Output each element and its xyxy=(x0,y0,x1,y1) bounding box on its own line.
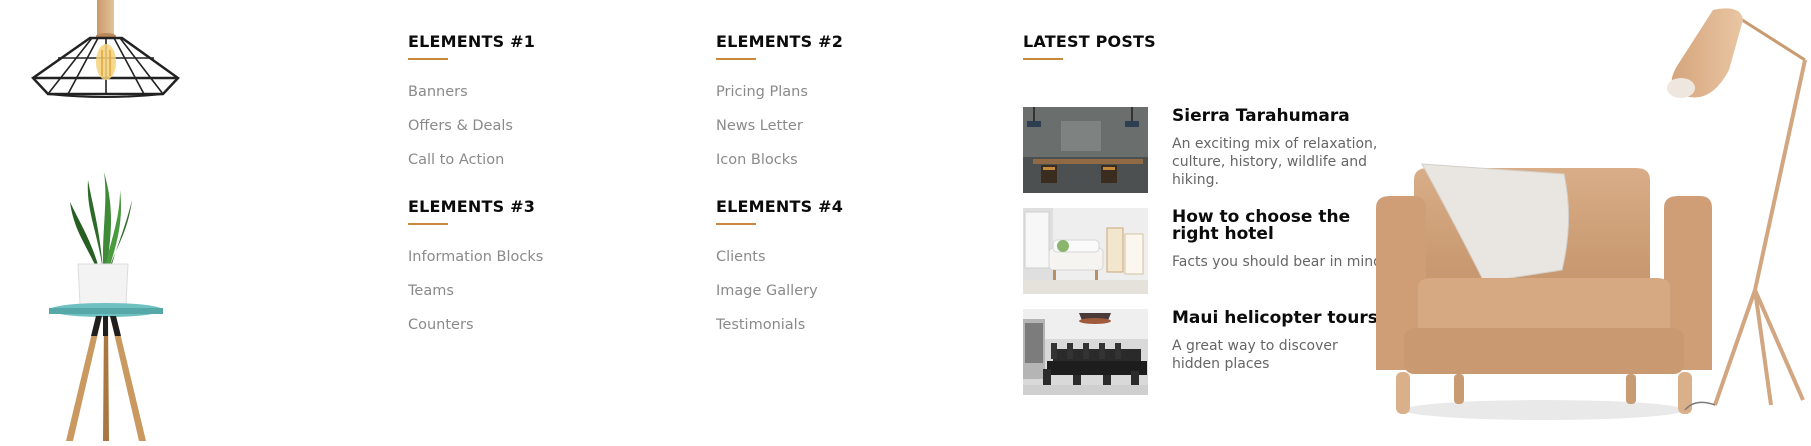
post-thumbnail-sierra-tarahumara[interactable] xyxy=(1023,107,1148,193)
post-thumbnail-how-to-choose-hotel[interactable] xyxy=(1023,208,1148,294)
post-excerpt: An exciting mix of relaxation, culture, … xyxy=(1172,136,1378,188)
post-title-sierra-tarahumara[interactable]: Sierra Tarahumara xyxy=(1172,108,1387,125)
post-title-how-to-choose-hotel[interactable]: How to choose the right hotel xyxy=(1172,209,1387,243)
menu-link-news-letter[interactable]: News Letter xyxy=(716,118,803,134)
menu-link-pricing-plans[interactable]: Pricing Plans xyxy=(716,84,808,100)
post-title-maui-helicopter-tours[interactable]: Maui helicopter tours xyxy=(1172,310,1387,327)
post-thumbnail-maui-helicopter-tours[interactable] xyxy=(1023,309,1148,395)
menu-link-offers-deals[interactable]: Offers & Deals xyxy=(408,118,513,134)
accent-line xyxy=(1023,58,1063,60)
side-table-icon xyxy=(46,300,166,441)
column-title-elements-3: ELEMENTS #3 xyxy=(408,197,536,216)
menu-link-testimonials[interactable]: Testimonials xyxy=(716,317,805,333)
column-title-elements-1: ELEMENTS #1 xyxy=(408,32,536,51)
menu-link-teams[interactable]: Teams xyxy=(408,283,454,299)
accent-line xyxy=(408,223,448,225)
menu-link-information-blocks[interactable]: Information Blocks xyxy=(408,249,543,265)
pendant-lamp-icon xyxy=(28,0,183,100)
potted-plant-icon xyxy=(68,172,138,312)
menu-link-banners[interactable]: Banners xyxy=(408,84,468,100)
column-title-elements-2: ELEMENTS #2 xyxy=(716,32,844,51)
menu-link-clients[interactable]: Clients xyxy=(716,249,766,265)
accent-line xyxy=(716,58,756,60)
menu-link-image-gallery[interactable]: Image Gallery xyxy=(716,283,818,299)
accent-line xyxy=(408,58,448,60)
menu-link-icon-blocks[interactable]: Icon Blocks xyxy=(716,152,798,168)
latest-posts-title: LATEST POSTS xyxy=(1023,32,1156,51)
floor-lamp-icon xyxy=(1655,0,1811,420)
menu-link-call-to-action[interactable]: Call to Action xyxy=(408,152,504,168)
menu-link-counters[interactable]: Counters xyxy=(408,317,474,333)
post-excerpt: Facts you should bear in mind. xyxy=(1172,254,1387,270)
post-excerpt: A great way to discover hidden places xyxy=(1172,338,1338,372)
column-title-elements-4: ELEMENTS #4 xyxy=(716,197,844,216)
accent-line xyxy=(716,223,756,225)
